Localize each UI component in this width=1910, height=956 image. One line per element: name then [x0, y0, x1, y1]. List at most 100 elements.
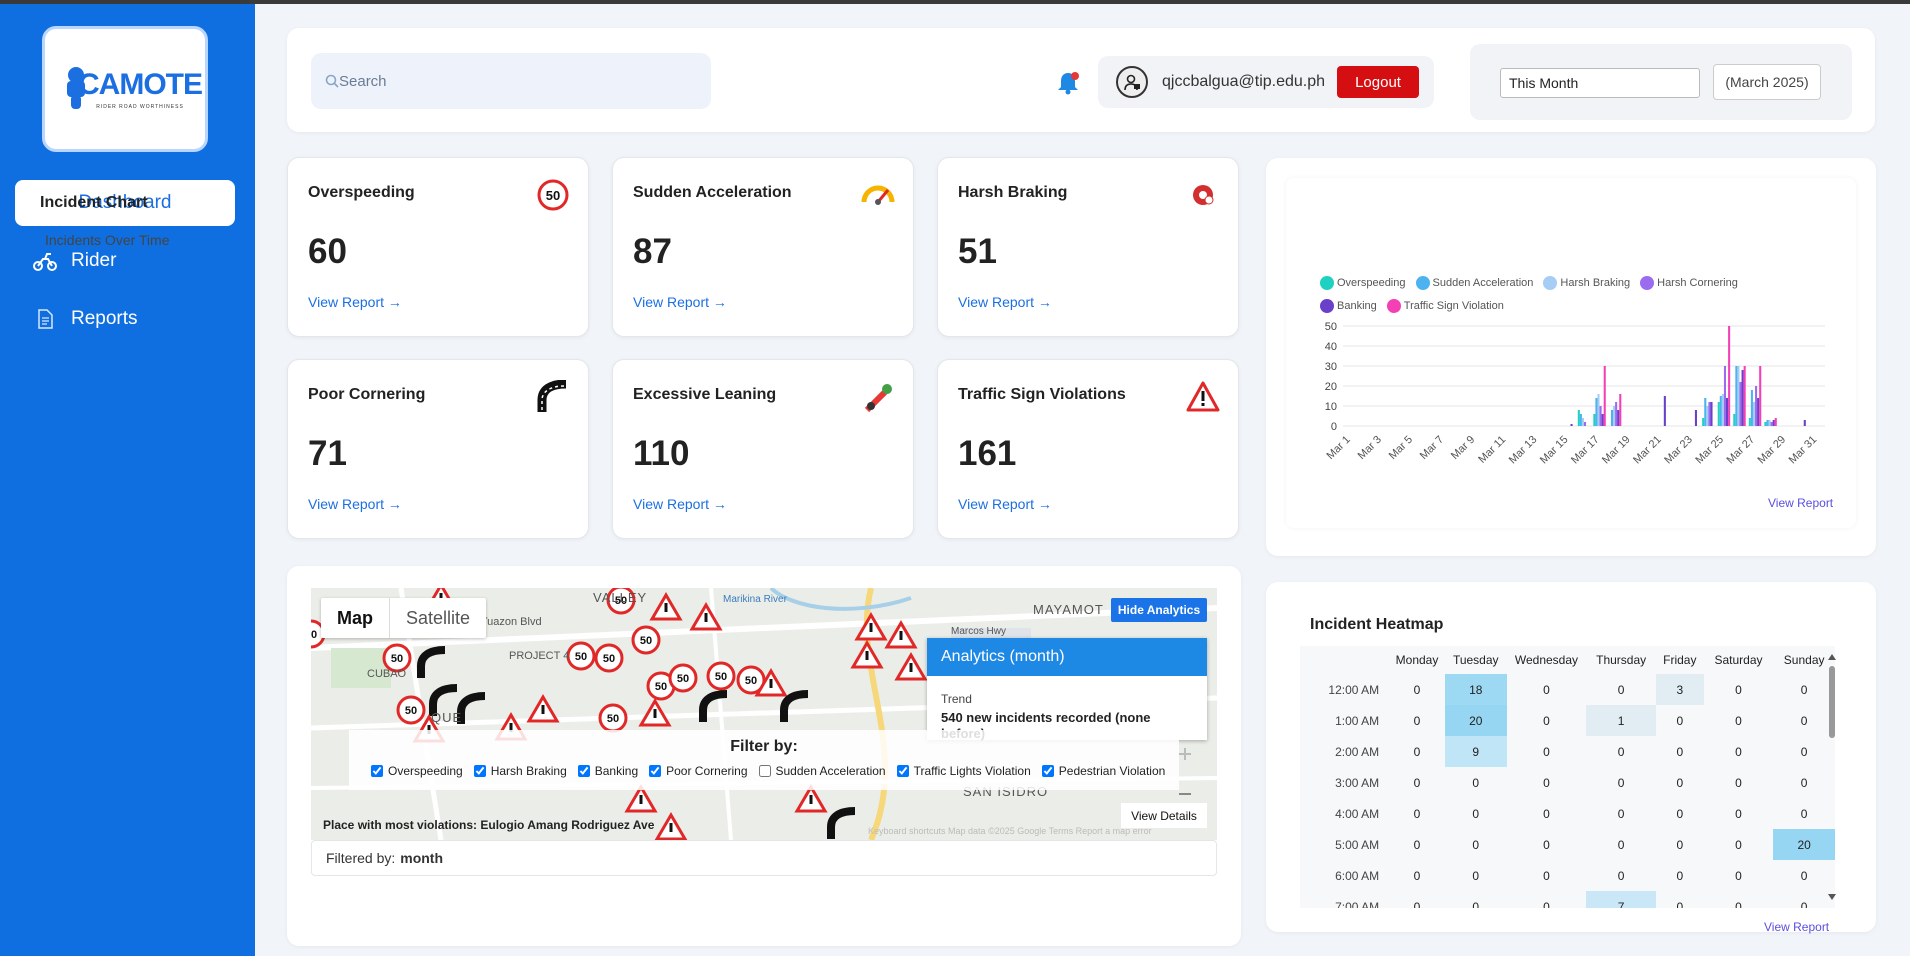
filter-checkbox[interactable]: [577, 765, 590, 777]
filter-option[interactable]: Overspeeding: [371, 764, 463, 778]
filter-option[interactable]: Banking: [577, 764, 638, 778]
heatmap-cell[interactable]: 0: [1389, 674, 1445, 705]
heatmap-scroll-area[interactable]: Monday Tuesday Wednesday Thursday Friday Satu…: [1300, 646, 1835, 908]
bar-traffic-sign-violation: [1619, 394, 1622, 426]
heatmap-cell[interactable]: 0: [1445, 860, 1507, 891]
heatmap-cell[interactable]: 0: [1507, 891, 1587, 909]
tab-satellite[interactable]: Satellite: [389, 598, 486, 638]
heatmap-cell[interactable]: 0: [1656, 829, 1704, 860]
view-report-link[interactable]: View Report →: [958, 496, 1052, 512]
heatmap-cell[interactable]: 0: [1389, 736, 1445, 767]
heatmap-cell[interactable]: 0: [1389, 860, 1445, 891]
heatmap-cell[interactable]: 18: [1444, 674, 1507, 705]
map-label-mayamot: MAYAMOT: [1033, 602, 1104, 617]
heatmap-cell[interactable]: 0: [1656, 798, 1704, 829]
heatmap-cell[interactable]: 0: [1445, 891, 1507, 909]
motorcycle-logo-icon: [67, 67, 85, 109]
heatmap-cell[interactable]: 0: [1656, 705, 1704, 736]
heatmap-cell[interactable]: 3: [1655, 674, 1704, 705]
hide-analytics-button[interactable]: Hide Analytics: [1111, 598, 1207, 622]
heatmap-cell[interactable]: 0: [1389, 891, 1445, 909]
legend-label: Harsh Braking: [1560, 277, 1631, 289]
period-select[interactable]: This Month: [1500, 68, 1700, 98]
filter-checkbox[interactable]: [473, 765, 486, 777]
heatmap-row: 7:00 AM 0 0 0 7 0 0 0: [1300, 891, 1835, 908]
bar-sudden-acceleration: [1579, 414, 1582, 426]
heatmap-view-report-link[interactable]: View Report: [1764, 920, 1829, 934]
logout-button[interactable]: Logout: [1337, 66, 1420, 98]
heatmap-cell[interactable]: 0: [1704, 891, 1774, 909]
heatmap-cell[interactable]: 0: [1704, 860, 1774, 891]
heatmap-cell[interactable]: 0: [1704, 705, 1774, 736]
heatmap-cell[interactable]: 0: [1586, 767, 1656, 798]
heatmap-cell[interactable]: 0: [1704, 767, 1774, 798]
filter-checkbox[interactable]: [896, 765, 909, 777]
x-tick-label: Mar 11: [1476, 434, 1508, 466]
tab-map[interactable]: Map: [321, 598, 389, 638]
app-logo[interactable]: CAMOTE RIDER ROAD WORTHINESS: [42, 26, 208, 152]
heatmap-cell[interactable]: 0: [1445, 829, 1507, 860]
heatmap-cell[interactable]: 0: [1704, 674, 1774, 705]
heatmap-cell[interactable]: 0: [1507, 705, 1587, 736]
map-type-tabs: Map Satellite: [321, 598, 487, 638]
sidebar-item-reports[interactable]: Reports: [15, 296, 235, 342]
heatmap-cell[interactable]: 0: [1507, 798, 1587, 829]
heatmap-cell[interactable]: 0: [1507, 674, 1587, 705]
filter-option[interactable]: Pedestrian Violation: [1041, 764, 1165, 778]
view-report-link[interactable]: View Report →: [308, 496, 402, 512]
avatar[interactable]: [1116, 66, 1148, 98]
search-input[interactable]: [339, 72, 699, 90]
view-report-link[interactable]: View Report →: [633, 496, 727, 512]
heatmap-cell[interactable]: 0: [1445, 767, 1507, 798]
heatmap-cell[interactable]: 0: [1586, 829, 1656, 860]
heatmap-cell[interactable]: 0: [1704, 798, 1774, 829]
chart-view-report-link[interactable]: View Report: [1768, 496, 1833, 510]
heatmap-cell[interactable]: 0: [1389, 829, 1445, 860]
legend-item[interactable]: Harsh Braking: [1543, 276, 1630, 290]
heatmap-cell[interactable]: 0: [1704, 829, 1774, 860]
heatmap-cell[interactable]: 0: [1507, 829, 1587, 860]
heatmap-cell[interactable]: 0: [1507, 767, 1587, 798]
heatmap-cell[interactable]: 7: [1586, 891, 1656, 908]
heatmap-cell[interactable]: 0: [1389, 767, 1445, 798]
heatmap-cell[interactable]: 0: [1507, 736, 1587, 767]
heatmap-cell[interactable]: 0: [1704, 736, 1774, 767]
heatmap-cell[interactable]: 0: [1507, 860, 1587, 891]
heatmap-cell[interactable]: 0: [1656, 891, 1704, 909]
heatmap-cell[interactable]: 1: [1586, 705, 1656, 736]
heatmap-cell[interactable]: 0: [1586, 860, 1656, 891]
filter-option[interactable]: Poor Cornering: [649, 764, 748, 778]
heatmap-cell[interactable]: 0: [1656, 860, 1704, 891]
x-tick-label: Mar 19: [1600, 434, 1633, 467]
view-report-link[interactable]: View Report →: [633, 294, 727, 310]
filter-checkbox[interactable]: [1041, 765, 1054, 777]
bar-banking: [1694, 410, 1697, 426]
heatmap-cell[interactable]: 0: [1656, 767, 1704, 798]
legend-item[interactable]: Banking: [1320, 299, 1377, 313]
heatmap-cell[interactable]: 0: [1586, 674, 1656, 705]
legend-item[interactable]: Sudden Acceleration: [1415, 276, 1533, 290]
filter-option[interactable]: Sudden Acceleration: [758, 764, 886, 778]
view-details-button[interactable]: View Details: [1121, 803, 1207, 828]
heatmap-cell[interactable]: 9: [1444, 736, 1507, 767]
heatmap-scrollbar[interactable]: [1826, 652, 1838, 902]
filter-checkbox[interactable]: [758, 765, 771, 777]
filter-option[interactable]: Traffic Lights Violation: [896, 764, 1031, 778]
legend-item[interactable]: Overspeeding: [1320, 276, 1406, 290]
heatmap-cell[interactable]: 0: [1389, 705, 1445, 736]
filter-checkbox[interactable]: [649, 765, 662, 777]
heatmap-cell[interactable]: 0: [1586, 798, 1656, 829]
search-box[interactable]: [311, 53, 711, 109]
heatmap-cell[interactable]: 0: [1389, 798, 1445, 829]
view-report-link[interactable]: View Report →: [308, 294, 402, 310]
heatmap-cell[interactable]: 0: [1656, 736, 1704, 767]
heatmap-cell[interactable]: 20: [1444, 705, 1507, 736]
filter-checkbox[interactable]: [371, 765, 383, 777]
heatmap-cell[interactable]: 0: [1445, 798, 1507, 829]
notification-bell-icon[interactable]: [1055, 70, 1081, 96]
view-report-link[interactable]: View Report →: [958, 294, 1052, 310]
filter-option[interactable]: Harsh Braking: [473, 764, 567, 778]
legend-item[interactable]: Harsh Cornering: [1640, 276, 1738, 290]
heatmap-cell[interactable]: 0: [1586, 736, 1656, 767]
legend-item[interactable]: Traffic Sign Violation: [1386, 299, 1504, 313]
